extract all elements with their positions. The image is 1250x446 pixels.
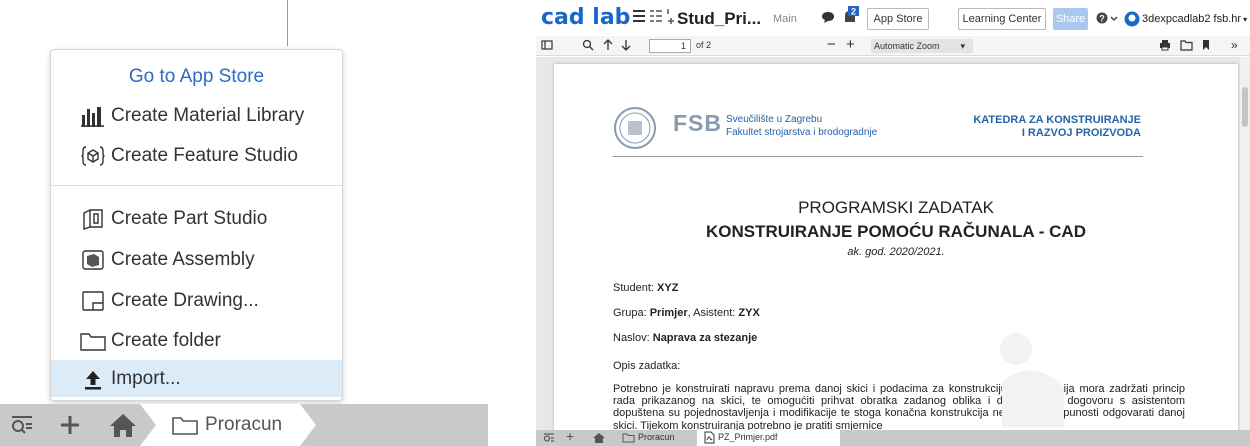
app-topbar: cad lab Stud_Pri... Main 2 App Store Lea… (536, 0, 1250, 36)
opis-label: Opis zadatka: (613, 360, 681, 372)
page-number-input[interactable]: 1 (649, 39, 691, 53)
folder-icon (80, 328, 106, 354)
zoomed-insert-panel: Go to App Store Create Material Library … (0, 0, 488, 446)
notifications-icon[interactable]: 2 (842, 5, 860, 27)
add-feature-icon[interactable] (665, 8, 675, 24)
menu-item-label: Import... (111, 367, 181, 389)
description-paragraph: Potrebno je konstruirati napravu prema d… (613, 383, 1185, 430)
app-store-button[interactable]: App Store (867, 8, 929, 30)
zoom-select[interactable]: Automatic Zoom ▾ (871, 39, 973, 53)
import-icon (80, 366, 106, 392)
create-material-library-item[interactable]: Create Material Library (51, 97, 342, 134)
menu-item-label: Create Drawing... (111, 289, 259, 311)
file-tab-label[interactable]: PZ_Primjer.pdf (718, 432, 778, 442)
zoom-value: Automatic Zoom (874, 41, 940, 51)
zoom-out-icon[interactable]: − (827, 36, 836, 53)
open-file-icon[interactable] (1180, 39, 1193, 54)
menu-item-label: Create folder (111, 329, 221, 351)
university-name: Sveučilište u Zagrebu (726, 114, 823, 125)
screenshot-root: Go to App Store Create Material Library … (0, 0, 1250, 446)
print-icon[interactable] (1159, 39, 1171, 54)
add-tab-icon[interactable] (58, 412, 82, 438)
university-seal-logo (613, 106, 657, 155)
sidebar-toggle-icon[interactable] (541, 39, 553, 54)
assembly-icon (80, 247, 106, 273)
chevron-down-icon: ▾ (1243, 14, 1248, 24)
header-rule (613, 156, 1143, 157)
drawing-icon (80, 288, 106, 314)
grupa-line: Grupa: Primjer, Asistent: ZYX (613, 307, 760, 319)
import-item[interactable]: Import... (51, 360, 342, 397)
menu-item-label: Create Assembly (111, 248, 255, 270)
user-menu[interactable]: 3dexpcadlab2 fsb.hr ▾ (1124, 11, 1247, 27)
branch-label[interactable]: Main (773, 13, 797, 25)
notification-count: 2 (851, 7, 856, 17)
department-line1: KATEDRA ZA KONSTRUIRANJE (973, 114, 1141, 126)
watermark-graphic (1000, 333, 1064, 427)
bottom-tab-bar-small: + Proracun PZ_Primjer.pdf (536, 428, 1250, 446)
folder-icon (172, 412, 198, 438)
document-title: PROGRAMSKI ZADATAK (798, 198, 994, 217)
search-icon[interactable] (582, 39, 594, 54)
learning-center-button[interactable]: Learning Center (958, 8, 1046, 30)
create-drawing-item[interactable]: Create Drawing... (51, 282, 342, 319)
viewer-scrollbar[interactable] (1240, 57, 1250, 430)
create-assembly-item[interactable]: Create Assembly (51, 241, 342, 278)
pdf-viewer: FSB Sveučilište u Zagrebu Fakultet stroj… (536, 57, 1250, 430)
pdf-file-icon (704, 431, 715, 446)
tab-manager-icon[interactable] (10, 412, 34, 438)
menu-item-label: Create Material Library (111, 104, 305, 126)
comment-icon[interactable] (821, 11, 835, 24)
naslov-line: Naslov: Naprava za stezanje (613, 332, 758, 344)
tools-menu-icon[interactable]: » (1231, 38, 1238, 52)
document-name[interactable]: Stud_Pri... (677, 9, 761, 29)
page-count: of 2 (696, 40, 712, 50)
onshape-window: cad lab Stud_Pri... Main 2 App Store Lea… (536, 0, 1250, 446)
home-icon[interactable] (108, 412, 138, 438)
tab-manager-icon[interactable] (543, 432, 555, 446)
breadcrumb-folder-label: Proracun (205, 414, 283, 435)
breadcrumb-folder-label[interactable]: Proracun (638, 432, 675, 442)
svg-text:?: ? (1099, 14, 1105, 24)
next-page-icon[interactable] (621, 39, 631, 54)
create-folder-item[interactable]: Create folder (51, 322, 342, 359)
hamburger-menu-icon[interactable] (632, 9, 646, 23)
cadlab-logo: cad lab (541, 5, 631, 30)
share-button[interactable]: Share (1053, 8, 1088, 30)
material-library-icon (80, 103, 106, 129)
user-avatar-icon (1124, 11, 1140, 27)
menu-separator (51, 185, 342, 186)
pdf-page: FSB Sveučilište u Zagrebu Fakultet stroj… (554, 64, 1238, 430)
pdf-toolbar: 1 of 2 − + Automatic Zoom ▾ » (536, 36, 1250, 56)
department-line2: I RAZVOJ PROIZVODA (1021, 127, 1141, 139)
go-to-app-store-link[interactable]: Go to App Store (51, 58, 342, 95)
insert-menu: Go to App Store Create Material Library … (50, 49, 343, 401)
fsb-logo-text: FSB (673, 110, 722, 136)
previous-page-icon[interactable] (603, 39, 613, 54)
feature-studio-icon (80, 143, 106, 169)
chevron-down-icon: ▾ (960, 41, 965, 51)
help-icon[interactable]: ? (1096, 12, 1118, 24)
part-studio-icon (80, 206, 106, 232)
add-tab-icon[interactable]: + (566, 428, 574, 444)
student-line: Student: XYZ (613, 282, 679, 294)
divider-line (287, 0, 288, 46)
user-name: 3dexpcadlab2 fsb.hr (1142, 13, 1242, 25)
zoom-in-icon[interactable]: + (846, 36, 855, 53)
folder-icon (622, 432, 635, 445)
scrollbar-thumb[interactable] (1242, 87, 1248, 127)
course-title: KONSTRUIRANJE POMOĆU RAČUNALA - CAD (706, 222, 1086, 241)
feature-list-icon[interactable] (649, 8, 663, 24)
academic-year: ak. god. 2020/2021. (847, 246, 945, 258)
menu-item-label: Create Feature Studio (111, 144, 298, 166)
create-part-studio-item[interactable]: Create Part Studio (51, 200, 342, 237)
menu-item-label: Create Part Studio (111, 207, 268, 229)
create-feature-studio-item[interactable]: Create Feature Studio (51, 137, 342, 174)
faculty-name: Fakultet strojarstva i brodogradnje (726, 127, 878, 138)
bookmark-icon[interactable] (1202, 39, 1210, 54)
home-icon[interactable] (592, 432, 606, 446)
bottom-tab-bar: Proracun (0, 404, 488, 446)
